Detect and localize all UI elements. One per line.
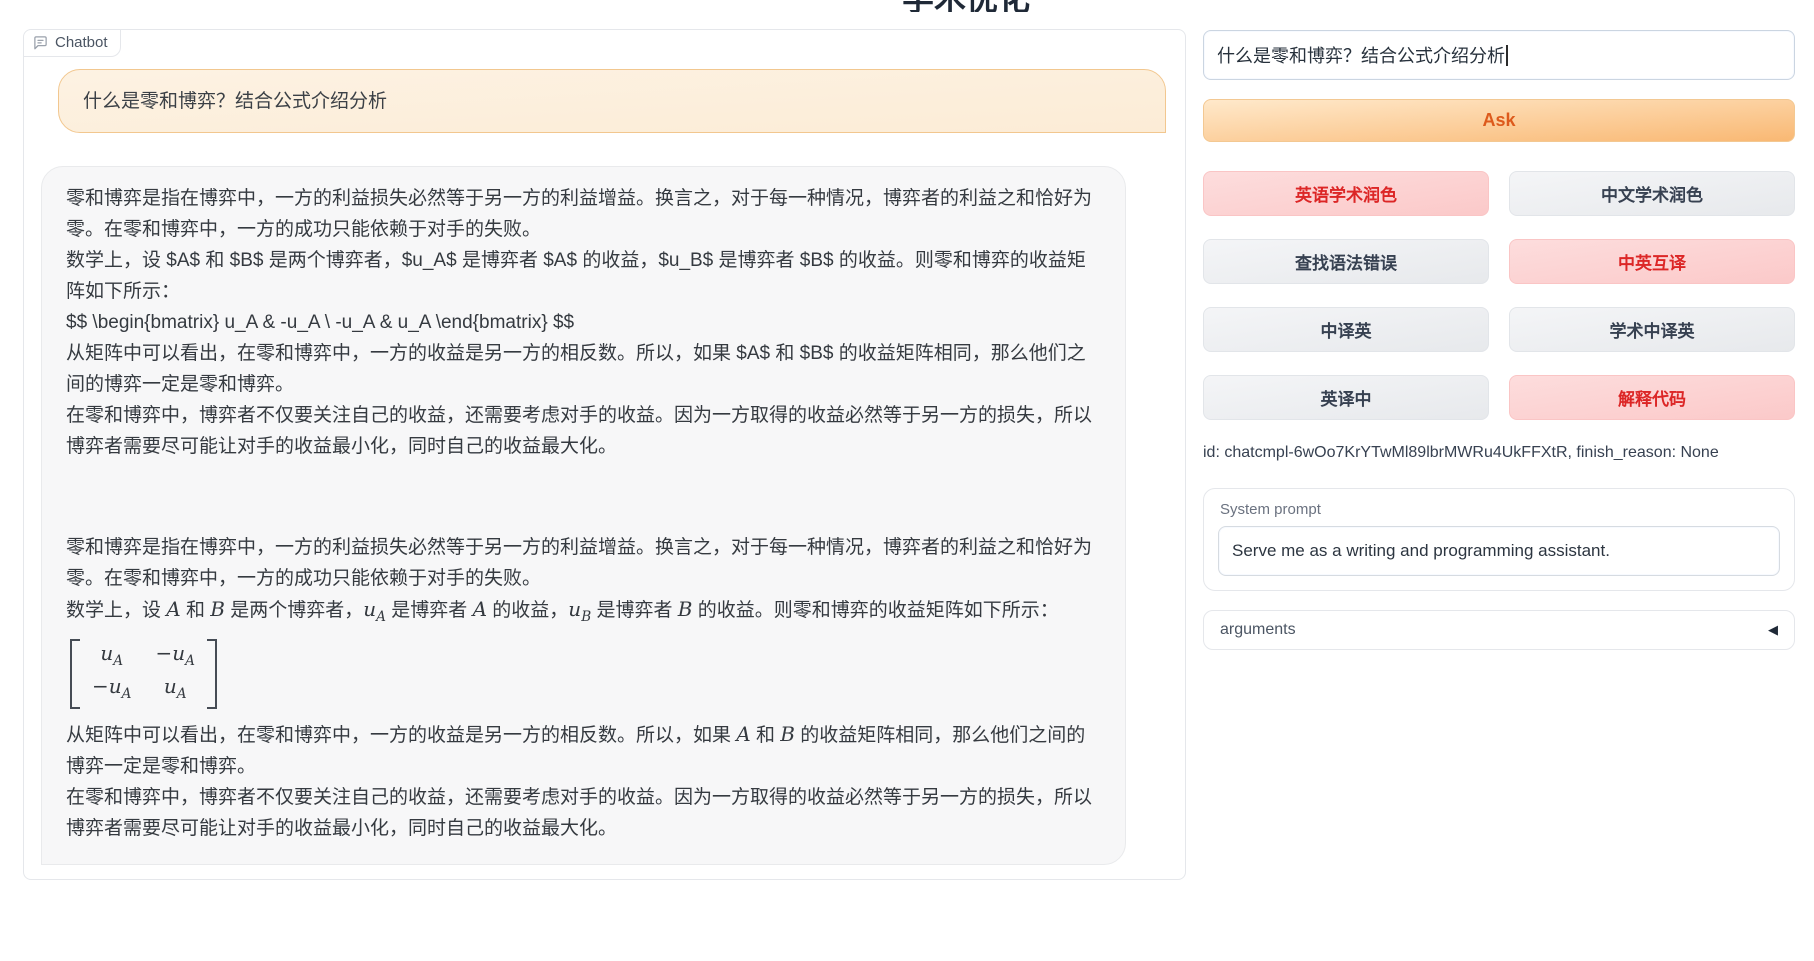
rendered-line-2: 数学上，设 A 和 B 是两个博弈者，uA 是博弈者 A 的收益，uB 是博弈者… bbox=[66, 594, 1101, 633]
payoff-matrix: uA−uA−uAuA bbox=[70, 639, 217, 709]
prompt-button-7[interactable]: 英译中 bbox=[1203, 375, 1489, 420]
user-message: 什么是零和博弈？结合公式介绍分析 bbox=[58, 69, 1166, 133]
ask-button[interactable]: Ask bbox=[1203, 99, 1795, 142]
chat-bubble-icon bbox=[33, 35, 48, 50]
prompt-button-6[interactable]: 学术中译英 bbox=[1509, 307, 1795, 352]
rendered-line-1: 零和博弈是指在博弈中，一方的利益损失必然等于另一方的利益增益。换言之，对于每一种… bbox=[66, 532, 1101, 594]
prompt-button-4[interactable]: 中英互译 bbox=[1509, 239, 1795, 284]
prompt-button-3[interactable]: 查找语法错误 bbox=[1203, 239, 1489, 284]
matrix-right-bracket bbox=[207, 639, 217, 709]
prompt-button-1[interactable]: 英语学术润色 bbox=[1203, 171, 1489, 216]
bot-message-gap bbox=[66, 462, 1101, 532]
chatbot-panel: Chatbot 什么是零和博弈？结合公式介绍分析 零和博弈是指在博弈中，一方的利… bbox=[23, 29, 1186, 880]
text-cursor bbox=[1506, 45, 1508, 66]
chatbot-label: Chatbot bbox=[24, 30, 121, 57]
system-prompt-group: System prompt Serve me as a writing and … bbox=[1203, 488, 1795, 591]
arguments-accordion[interactable]: arguments ◀ bbox=[1203, 610, 1795, 650]
system-prompt-label: System prompt bbox=[1218, 499, 1780, 526]
prompt-button-5[interactable]: 中译英 bbox=[1203, 307, 1489, 352]
page-title-text: 学术优化 bbox=[902, 0, 1162, 12]
chatbot-label-text: Chatbot bbox=[55, 34, 108, 51]
rendered-line-4: 在零和博弈中，博弈者不仅要关注自己的收益，还需要考虑对手的收益。因为一方取得的收… bbox=[66, 782, 1101, 844]
bot-message: 零和博弈是指在博弈中，一方的利益损失必然等于另一方的利益增益。换言之，对于每一种… bbox=[41, 166, 1126, 865]
main-layout: Chatbot 什么是零和博弈？结合公式介绍分析 零和博弈是指在博弈中，一方的利… bbox=[0, 0, 1814, 880]
prompt-button-8[interactable]: 解释代码 bbox=[1509, 375, 1795, 420]
question-input-value: 什么是零和博弈？结合公式介绍分析 bbox=[1217, 46, 1505, 66]
accordion-collapse-icon: ◀ bbox=[1768, 622, 1778, 638]
system-prompt-input[interactable]: Serve me as a writing and programming as… bbox=[1218, 526, 1780, 576]
status-line: id: chatcmpl-6wOo7KrYTwMl89lbrMWRu4UkFFX… bbox=[1203, 444, 1795, 462]
rendered-line-3: 从矩阵中可以看出，在零和博弈中，一方的收益是另一方的相反数。所以，如果 A 和 … bbox=[66, 719, 1101, 782]
prompt-button-grid: 英语学术润色中文学术润色查找语法错误中英互译中译英学术中译英英译中解释代码 bbox=[1203, 171, 1795, 420]
system-prompt-value: Serve me as a writing and programming as… bbox=[1232, 541, 1610, 560]
bot-message-rendered-text: 零和博弈是指在博弈中，一方的利益损失必然等于另一方的利益增益。换言之，对于每一种… bbox=[66, 532, 1101, 844]
control-column: 什么是零和博弈？结合公式介绍分析 Ask 英语学术润色中文学术润色查找语法错误中… bbox=[1203, 29, 1795, 650]
user-message-text: 什么是零和博弈？结合公式介绍分析 bbox=[83, 86, 387, 117]
matrix-left-bracket bbox=[70, 639, 80, 709]
question-input[interactable]: 什么是零和博弈？结合公式介绍分析 bbox=[1203, 30, 1795, 80]
chat-messages: 什么是零和博弈？结合公式介绍分析 零和博弈是指在博弈中，一方的利益损失必然等于另… bbox=[24, 30, 1185, 865]
matrix-cells: uA−uA−uAuA bbox=[80, 639, 207, 709]
arguments-accordion-label: arguments bbox=[1220, 621, 1296, 639]
page-title: 学术优化 bbox=[902, 0, 1162, 12]
prompt-button-2[interactable]: 中文学术润色 bbox=[1509, 171, 1795, 216]
bot-message-raw-text: 零和博弈是指在博弈中，一方的利益损失必然等于另一方的利益增益。换言之，对于每一种… bbox=[66, 183, 1101, 462]
